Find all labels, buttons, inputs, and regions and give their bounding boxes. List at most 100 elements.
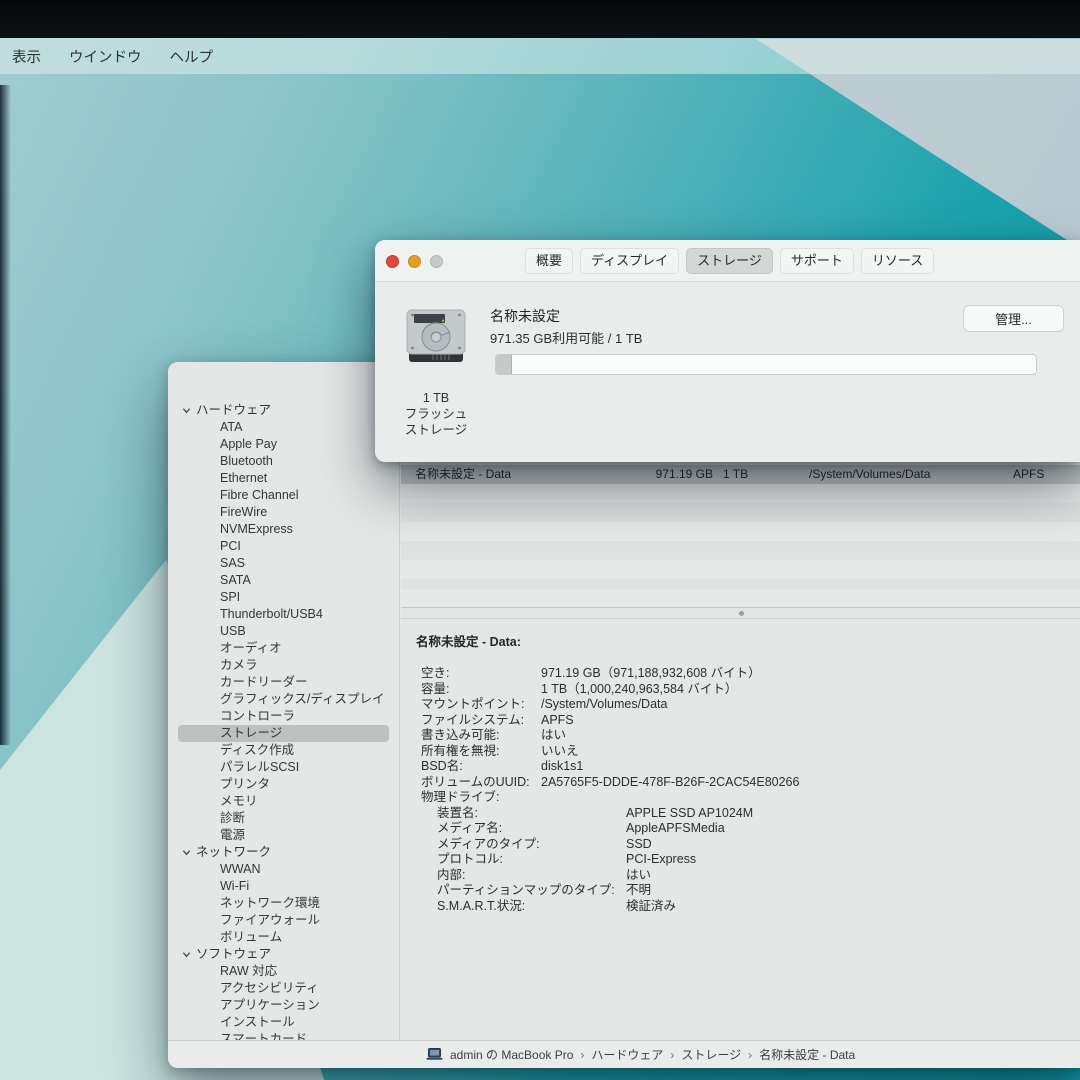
detail-row-capacity: 容量:1 TB（1,000,240,963,584 バイト） [401, 682, 1080, 698]
volume-name: 名称未設定 [490, 306, 560, 326]
sysinfo-main-pane: 名称未設定 - Data 971.19 GB 1 TB /System/Volu… [401, 402, 1080, 1040]
about-tab-bar: 概要 ディスプレイ ストレージ サポート リソース [525, 248, 934, 274]
sidebar-item-graphics-displays[interactable]: グラフィックス/ディスプレイ [168, 691, 399, 708]
sidebar-item-bluetooth[interactable]: Bluetooth [168, 453, 399, 470]
sidebar-item-parallel-scsi[interactable]: パラレルSCSI [168, 759, 399, 776]
volume-detail-pane: 名称未設定 - Data: 空き:971.19 GB（971,188,932,6… [401, 619, 1080, 1040]
sidebar-item-ata[interactable]: ATA [168, 419, 399, 436]
sidebar-item-ethernet[interactable]: Ethernet [168, 470, 399, 487]
sidebar-item-thunderbolt-usb4[interactable]: Thunderbolt/USB4 [168, 606, 399, 623]
sidebar-item-audio[interactable]: オーディオ [168, 640, 399, 657]
sidebar-item-pci[interactable]: PCI [168, 538, 399, 555]
zoom-button[interactable] [430, 255, 443, 268]
screen-bezel-left [0, 85, 11, 745]
about-this-mac-window: 概要 ディスプレイ ストレージ サポート リソース 1 TB [375, 240, 1080, 462]
detail-row-bsd-name: BSD名:disk1s1 [401, 759, 1080, 775]
volume-free-cell: 971.19 GB [623, 465, 713, 484]
screen: 表示 ウインドウ ヘルプ ハードウェア ATA Apple Pay Blueto… [0, 0, 1080, 1080]
detail-row-free: 空き:971.19 GB（971,188,932,608 バイト） [401, 666, 1080, 682]
pane-splitter[interactable] [401, 607, 1080, 619]
breadcrumb-separator: › [580, 1048, 584, 1062]
detail-row-file-system: ファイルシステム:APFS [401, 713, 1080, 729]
sidebar-item-installations[interactable]: インストール [168, 1014, 399, 1031]
breadcrumb-storage[interactable]: ストレージ [681, 1046, 741, 1063]
sidebar-item-memory[interactable]: メモリ [168, 793, 399, 810]
sidebar-item-smart-cards[interactable]: スマートカード [168, 1031, 399, 1040]
sidebar-item-volumes[interactable]: ボリューム [168, 929, 399, 946]
table-row [401, 541, 1080, 560]
sidebar-section-network[interactable]: ネットワーク [168, 844, 399, 861]
sidebar-item-sas[interactable]: SAS [168, 555, 399, 572]
volume-name-cell: 名称未設定 - Data [415, 465, 511, 484]
screen-bezel-top [0, 0, 1080, 38]
tab-storage[interactable]: ストレージ [686, 248, 773, 274]
menu-item-view[interactable]: 表示 [0, 38, 55, 74]
detail-row-volume-uuid: ボリュームのUUID:2A5765F5-DDDE-478F-B26F-2CAC5… [401, 775, 1080, 791]
menu-item-help[interactable]: ヘルプ [156, 38, 228, 74]
chevron-down-icon [182, 950, 191, 959]
detail-row-mount-point: マウントポイント:/System/Volumes/Data [401, 697, 1080, 713]
tab-support[interactable]: サポート [780, 248, 854, 274]
breadcrumb-separator: › [670, 1048, 674, 1062]
sidebar-item-apple-pay[interactable]: Apple Pay [168, 436, 399, 453]
tab-overview[interactable]: 概要 [525, 248, 573, 274]
breadcrumb-computer[interactable]: admin の MacBook Pro [450, 1046, 573, 1063]
detail-row-partition-map-type: パーティションマップのタイプ:不明 [401, 883, 1080, 899]
sidebar-item-storage[interactable]: ストレージ [178, 725, 389, 742]
sidebar-item-wwan[interactable]: WWAN [168, 861, 399, 878]
chevron-down-icon [182, 848, 191, 857]
sidebar-item-usb[interactable]: USB [168, 623, 399, 640]
sidebar-item-printers[interactable]: プリンタ [168, 776, 399, 793]
detail-row-writable: 書き込み可能:はい [401, 728, 1080, 744]
disk-caption: 1 TB フラッシュ ストレージ [390, 390, 482, 438]
tab-displays[interactable]: ディスプレイ [580, 248, 679, 274]
sidebar-item-firewire[interactable]: FireWire [168, 504, 399, 521]
macbook-icon [426, 1048, 443, 1061]
sidebar-section-hardware[interactable]: ハードウェア [168, 402, 399, 419]
breadcrumb-volume[interactable]: 名称未設定 - Data [759, 1046, 855, 1063]
breadcrumb-bar: admin の MacBook Pro › ハードウェア › ストレージ › 名… [168, 1040, 1080, 1068]
sidebar-item-spi[interactable]: SPI [168, 589, 399, 606]
manage-button[interactable]: 管理... [963, 305, 1064, 332]
sidebar-item-sata[interactable]: SATA [168, 572, 399, 589]
table-row [401, 503, 1080, 522]
close-button[interactable] [386, 255, 399, 268]
sidebar-item-applications[interactable]: アプリケーション [168, 997, 399, 1014]
table-row [401, 579, 1080, 589]
sidebar-item-accessibility[interactable]: アクセシビリティ [168, 980, 399, 997]
detail-title: 名称未設定 - Data: [416, 631, 1080, 650]
minimize-button[interactable] [408, 255, 421, 268]
tab-resources[interactable]: リソース [861, 248, 934, 274]
detail-row-smart-status: S.M.A.R.T.状況:検証済み [401, 899, 1080, 915]
sidebar-item-firewall[interactable]: ファイアウォール [168, 912, 399, 929]
detail-row-physical-drive: 物理ドライブ: [401, 790, 1080, 806]
system-information-window: ハードウェア ATA Apple Pay Bluetooth Ethernet … [168, 362, 1080, 1068]
internal-hard-drive-icon [403, 302, 469, 373]
sidebar-item-nvmexpress[interactable]: NVMExpress [168, 521, 399, 538]
sidebar-item-controller[interactable]: コントローラ [168, 708, 399, 725]
sysinfo-sidebar: ハードウェア ATA Apple Pay Bluetooth Ethernet … [168, 362, 400, 1040]
breadcrumb-hardware[interactable]: ハードウェア [591, 1046, 663, 1063]
sidebar-item-card-reader[interactable]: カードリーダー [168, 674, 399, 691]
detail-row-media-type: メディアのタイプ:SSD [401, 837, 1080, 853]
volume-mount-cell: /System/Volumes/Data [809, 465, 930, 484]
detail-rows: 空き:971.19 GB（971,188,932,608 バイト） 容量:1 T… [401, 666, 1080, 914]
sidebar-item-disc-burning[interactable]: ディスク作成 [168, 742, 399, 759]
detail-row-device-name: 装置名:APPLE SSD AP1024M [401, 806, 1080, 822]
volume-table-row-selected[interactable]: 名称未設定 - Data 971.19 GB 1 TB /System/Volu… [401, 465, 1080, 484]
storage-used-segment [496, 355, 512, 374]
sidebar-section-software[interactable]: ソフトウェア [168, 946, 399, 963]
sidebar-item-diagnostics[interactable]: 診断 [168, 810, 399, 827]
sidebar-item-fibre-channel[interactable]: Fibre Channel [168, 487, 399, 504]
detail-row-media-name: メディア名:AppleAPFSMedia [401, 821, 1080, 837]
volume-capacity-cell: 1 TB [723, 465, 748, 484]
menu-item-window[interactable]: ウインドウ [55, 38, 156, 74]
sidebar-item-raw-support[interactable]: RAW 対応 [168, 963, 399, 980]
availability-text: 971.35 GB利用可能 / 1 TB [490, 328, 642, 347]
sidebar-item-power[interactable]: 電源 [168, 827, 399, 844]
sidebar-item-locations[interactable]: ネットワーク環境 [168, 895, 399, 912]
breadcrumb-separator: › [748, 1048, 752, 1062]
sidebar-item-wifi[interactable]: Wi-Fi [168, 878, 399, 895]
detail-row-ignore-ownership: 所有権を無視:いいえ [401, 744, 1080, 760]
sidebar-item-camera[interactable]: カメラ [168, 657, 399, 674]
